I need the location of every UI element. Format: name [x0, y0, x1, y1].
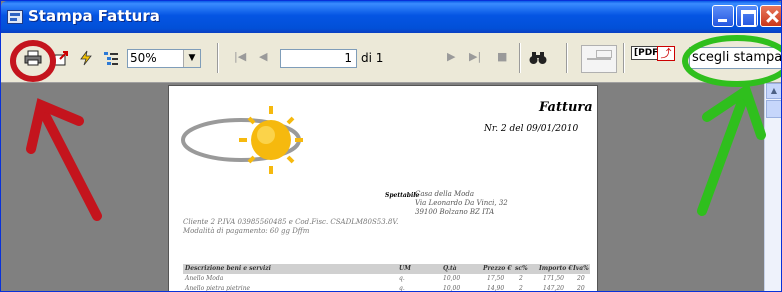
pdf-icon[interactable]: ⤴	[657, 46, 675, 61]
invoice-title: Fattura	[539, 100, 593, 115]
table-cell: 171,50	[543, 275, 564, 282]
binoculars-icon[interactable]	[528, 49, 548, 67]
table-cell: 20	[577, 285, 585, 292]
chevron-down-icon[interactable]: ▼	[183, 50, 200, 67]
table-cell: Anello Moda	[185, 275, 224, 282]
table-cell: 2	[519, 285, 523, 292]
column-header: Q.tà	[443, 265, 457, 272]
recipient-line: Casa della Moda	[415, 190, 475, 198]
table-cell: 10,00	[443, 275, 461, 282]
column-header: UM	[399, 265, 411, 272]
sun-logo-icon	[181, 106, 303, 174]
column-header: Prezzo €	[483, 265, 512, 272]
column-header: Iva%	[573, 265, 589, 272]
vertical-scrollbar[interactable]: ▲	[764, 83, 781, 291]
choose-printer-button[interactable]: scegli stampante	[689, 47, 781, 69]
window-title: Stampa Fattura	[28, 7, 160, 25]
invoice-page: Fattura Nr. 2 del 09/01/2010 Spettabile …	[168, 85, 598, 292]
scroll-up-icon[interactable]: ▲	[766, 83, 781, 99]
toolbar-separator	[623, 43, 625, 73]
recipient-line: Via Leonardo Da Vinci, 32	[415, 199, 508, 207]
table-cell: 17,50	[487, 275, 505, 282]
recipient-line: 39100 Bolzano BZ ITA	[415, 208, 495, 216]
table-cell: 2	[519, 275, 523, 282]
recipient-address: Casa della Moda Via Leonardo Da Vinci, 3…	[415, 190, 508, 217]
client-line: Modalità di pagamento: 60 gg Dffm	[183, 227, 310, 235]
stop-icon[interactable]: ■	[497, 50, 507, 63]
client-info: Cliente 2 P.IVA 03985560485 e Cod.Fisc. …	[183, 218, 398, 236]
client-line: Cliente 2 P.IVA 03985560485 e Cod.Fisc. …	[183, 218, 399, 226]
toolbar-separator	[217, 43, 219, 73]
maximize-button[interactable]	[736, 5, 758, 27]
app-icon	[7, 10, 23, 24]
zoom-value: 50%	[130, 51, 157, 65]
zoom-select[interactable]: 50% ▼	[127, 49, 201, 68]
next-page-icon[interactable]: ▶	[447, 50, 455, 63]
lightning-icon[interactable]	[76, 49, 96, 67]
title-bar[interactable]: Stampa Fattura	[1, 1, 781, 33]
previous-page-icon[interactable]: ◀	[259, 50, 267, 63]
table-row: Anello pietra pietrine q. 10,00 14,90 2 …	[183, 284, 590, 292]
table-header: Descrizione beni e servizi UM Q.tà Prezz…	[183, 264, 590, 274]
invoice-number: Nr. 2 del 09/01/2010	[484, 124, 579, 134]
export-icon[interactable]	[51, 49, 71, 67]
last-page-icon[interactable]: ▶|	[469, 50, 481, 63]
minimize-button[interactable]	[712, 5, 734, 27]
table-cell: q.	[399, 275, 405, 282]
table-row: Anello Moda q. 10,00 17,50 2 171,50 20	[183, 274, 590, 284]
table-cell: 14,90	[487, 285, 505, 292]
toolbar: 50% ▼ |◀ ◀ 1 di 1 ▶ ▶| ■ [PDF] ⤴ scegli …	[1, 33, 781, 83]
column-header: Importo €	[539, 265, 573, 272]
table-cell: q.	[399, 285, 405, 292]
toolbar-separator	[566, 43, 568, 73]
page-setup-button[interactable]	[581, 45, 617, 73]
close-button[interactable]	[760, 5, 781, 27]
scroll-thumb[interactable]	[766, 100, 781, 118]
table-cell: Anello pietra pietrine	[185, 285, 251, 292]
column-header: sc%	[515, 265, 528, 272]
tree-outline-icon[interactable]	[101, 49, 121, 67]
page-number-input[interactable]: 1	[280, 49, 357, 68]
toolbar-separator	[519, 43, 521, 73]
print-window: Stampa Fattura 50% ▼ |◀ ◀ 1 di 1 ▶ ▶| ■	[0, 0, 782, 292]
table-cell: 147,20	[543, 285, 564, 292]
printer-icon[interactable]	[23, 49, 43, 67]
column-header: Descrizione beni e servizi	[185, 265, 271, 272]
first-page-icon[interactable]: |◀	[234, 50, 246, 63]
page-count-label: di 1	[361, 51, 384, 65]
table-cell: 20	[577, 275, 585, 282]
invoice-table: Descrizione beni e servizi UM Q.tà Prezz…	[183, 264, 590, 292]
table-cell: 10,00	[443, 285, 461, 292]
